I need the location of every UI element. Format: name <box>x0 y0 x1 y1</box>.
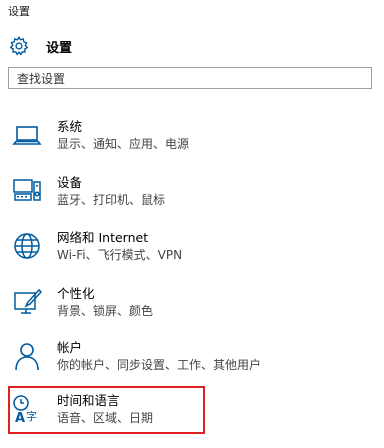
svg-text:字: 字 <box>26 409 37 423</box>
search-placeholder: 查找设置 <box>17 71 66 86</box>
category-time-language[interactable]: A 字 时间和语言 语音、区域、日期 <box>8 390 368 440</box>
category-name: 设备 <box>57 175 83 190</box>
category-description: 背景、锁屏、颜色 <box>57 304 154 318</box>
search-input[interactable]: 查找设置 <box>8 67 372 89</box>
category-accounts[interactable]: 帐户 你的帐户、同步设置、工作、其他用户 <box>8 337 368 387</box>
app-header: 设置 <box>8 34 72 58</box>
category-description: 语音、区域、日期 <box>57 411 154 425</box>
laptop-icon <box>12 120 42 150</box>
svg-text:A: A <box>15 411 25 424</box>
category-description: 你的帐户、同步设置、工作、其他用户 <box>57 358 262 372</box>
category-description: Wi-Fi、飞行模式、VPN <box>57 248 183 262</box>
category-devices[interactable]: 设备 蓝牙、打印机、鼠标 <box>8 172 368 222</box>
page-title: 设置 <box>46 40 73 56</box>
category-description: 显示、通知、应用、电源 <box>57 137 190 151</box>
category-system[interactable]: 系统 显示、通知、应用、电源 <box>8 116 368 166</box>
category-description: 蓝牙、打印机、鼠标 <box>57 193 166 207</box>
globe-icon <box>12 231 42 261</box>
gear-icon <box>9 35 29 56</box>
person-icon <box>12 341 42 371</box>
category-name: 系统 <box>57 119 83 134</box>
category-name: 个性化 <box>57 286 95 301</box>
window-title: 设置 <box>8 5 30 18</box>
category-name: 帐户 <box>57 340 83 355</box>
devices-icon <box>12 176 42 206</box>
category-personalization[interactable]: 个性化 背景、锁屏、颜色 <box>8 283 368 333</box>
category-name: 网络和 Internet <box>57 230 149 245</box>
personalization-icon <box>12 287 42 317</box>
category-name: 时间和语言 <box>57 393 120 408</box>
category-network[interactable]: 网络和 Internet Wi-Fi、飞行模式、VPN <box>8 227 368 277</box>
time-language-icon: A 字 <box>12 394 42 424</box>
